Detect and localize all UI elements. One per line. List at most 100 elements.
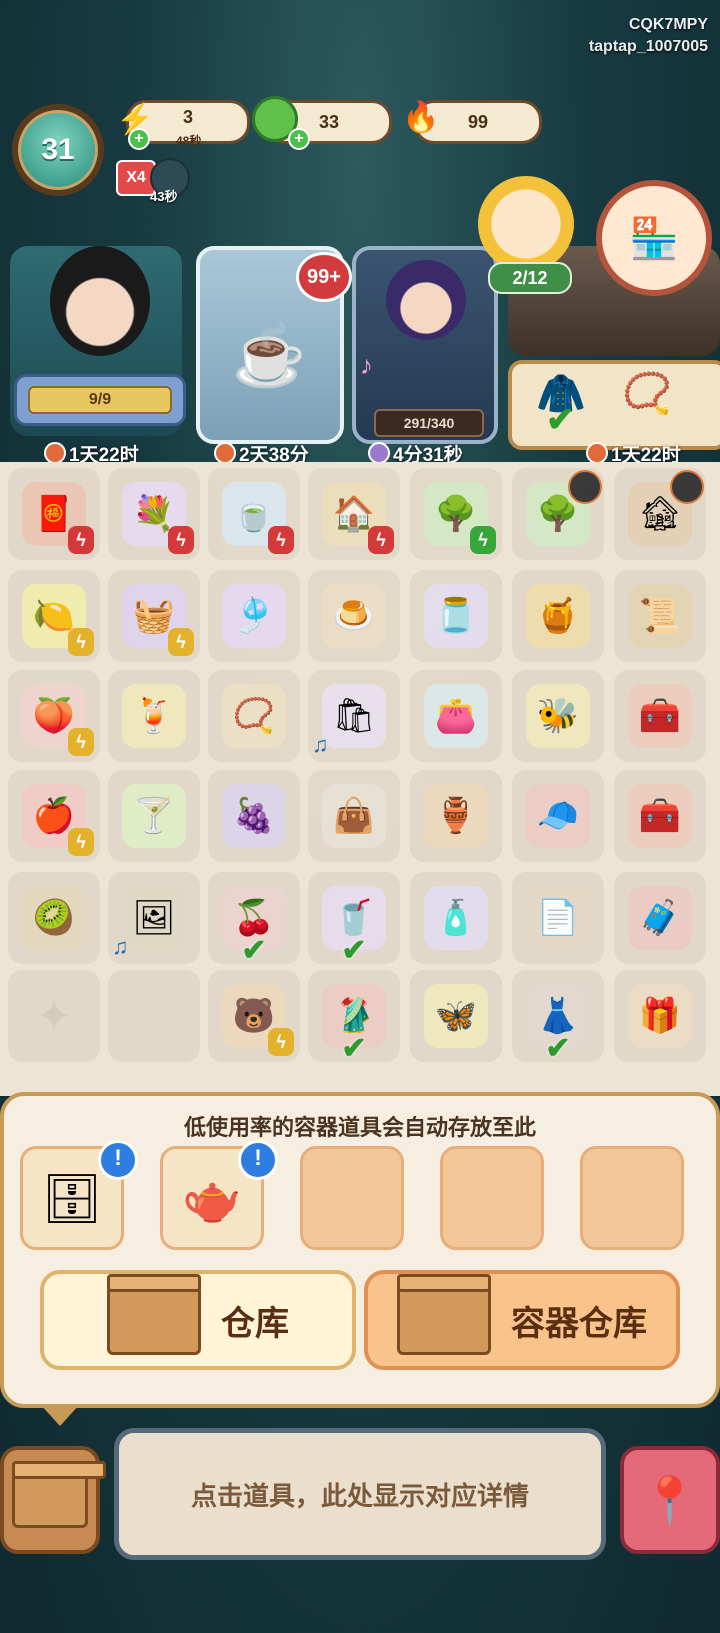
board-cell[interactable]: 📄 [512,872,604,964]
board-cell[interactable]: 🛍 ♫ [308,670,400,762]
board-cell[interactable]: 📜 [614,570,706,662]
board-item-icon: ✦ [22,984,86,1048]
board-item-icon: 🍯 [526,584,590,648]
character-1-progress-text: 9/9 [28,386,172,414]
board-cell[interactable]: 🧰 [614,670,706,762]
panel-pointer [40,1404,80,1426]
board-cell[interactable]: 👛 [410,670,502,762]
board-item-icon: 👜 [322,784,386,848]
warehouse-label: 仓库 [221,1304,289,1343]
board-cell[interactable]: 🧳 [614,872,706,964]
alert-icon: ! [238,1140,278,1180]
container-item-icon: 🗄 [41,1172,103,1226]
lightning-badge-icon: ϟ [268,526,294,554]
clock-icon [214,442,236,464]
board-cell[interactable]: 🧴 [410,872,502,964]
check-icon: ✔ [546,401,575,439]
board-cell[interactable]: 🍋 ϟ [8,570,100,662]
shop-icon: 🏪 [629,216,679,261]
board-item-icon: 🧰 [628,784,692,848]
storage-toggle-button[interactable] [0,1446,106,1554]
board-cell[interactable]: 🌳 [512,468,604,560]
warehouse-button[interactable]: 仓库 [40,1270,356,1370]
board-cell[interactable]: 👜 [308,770,400,862]
board-cell[interactable]: 🍹 [108,670,200,762]
visitor-avatar[interactable] [478,176,574,272]
visitor-counter: 2/12 [488,262,572,294]
coins-value: 33 [318,111,340,132]
board-item-icon: 🧰 [628,684,692,748]
board-cell[interactable] [108,970,200,1062]
shop-button[interactable]: 🏪 [596,180,712,296]
item-detail-area: 点击道具，此处显示对应详情 [114,1428,606,1560]
container-warehouse-button[interactable]: 容器仓库 [364,1270,680,1370]
check-icon: ✔ [341,1032,367,1065]
box-icon [107,1274,201,1355]
character-portrait [50,246,150,356]
board-item-icon [122,984,186,1048]
board-item-icon: 🧳 [628,886,692,950]
order-panel[interactable]: 🧥 ✔ 📿 [508,360,720,450]
board-cell[interactable]: 🧧 ϟ [8,468,100,560]
storage-slot[interactable] [580,1146,684,1250]
board-item-icon: 🫙 [424,584,488,648]
board-cell[interactable]: ✦ [8,970,100,1062]
board-item-icon: 🦋 [424,984,488,1048]
add-energy-button[interactable]: + [128,128,150,150]
board-cell[interactable]: 🖼 ♫ [108,872,200,964]
tea-cup-icon: ☕ [231,322,307,389]
board-cell[interactable]: 🥤 ✔ [308,872,400,966]
energy-value: 3 [182,106,193,127]
board-item-icon: 🎐 [222,584,286,648]
board-item-icon: 📄 [526,886,590,950]
merge-board: 🧧 ϟ 💐 ϟ 🍵 ϟ 🏠 ϟ 🌳 ϟ 🌳 🏚 🍋 ϟ 🧺 ϟ 🎐 🍮 🫙 🍯 📜 🍑 ϟ 🍹 📿 🛍 ♫ 👛 🐝 🧰 🍎 ϟ 🍸 🍇 👜 🏺 🧢 🧰 🥝 🖼… [0,462,720,1096]
board-cell[interactable]: 🍎 ϟ [8,770,100,862]
lightning-badge-icon: ϟ [368,526,394,554]
player-level-badge[interactable]: 31 [12,104,104,196]
board-cell[interactable]: 🍑 ϟ [8,670,100,762]
board-cell[interactable]: 🍮 [308,570,400,662]
board-cell[interactable]: 🥻 ✔ [308,970,400,1065]
board-cell[interactable]: 🎁 [614,970,706,1062]
board-cell[interactable]: 🍒 ✔ [208,872,300,966]
board-cell[interactable]: 🐝 [512,670,604,762]
board-cell[interactable]: 🥝 [8,872,100,964]
board-item-icon: 🐝 [526,684,590,748]
board-cell[interactable]: 🧢 [512,770,604,862]
lightning-badge-icon: ϟ [470,526,496,554]
character-3-progress: 291/340 [374,409,484,437]
board-cell[interactable]: 🫙 [410,570,502,662]
board-cell[interactable]: 🏚 [614,468,706,560]
board-cell[interactable]: 🍵 ϟ [208,468,300,560]
board-cell[interactable]: 🍯 [512,570,604,662]
board-item-icon: 📿 [222,684,286,748]
board-cell[interactable]: 🐻 ϟ [208,970,300,1062]
add-coins-button[interactable]: + [288,128,310,150]
lightning-badge-icon: ϟ [68,728,94,756]
board-cell[interactable]: 🌳 ϟ [410,468,502,560]
lightning-badge-icon: ϟ [168,526,194,554]
clock-icon [368,442,390,464]
board-cell[interactable]: 👗 ✔ [512,970,604,1065]
storage-slot[interactable] [440,1146,544,1250]
cooldown-icon [568,470,602,504]
account-user: taptap_1007005 [588,38,708,55]
board-cell[interactable]: 🧺 ϟ [108,570,200,662]
lightning-badge-icon: ϟ [268,1028,294,1056]
board-cell[interactable]: 💐 ϟ [108,468,200,560]
board-cell[interactable]: 🧰 [614,770,706,862]
board-cell[interactable]: 📿 [208,670,300,762]
board-cell[interactable]: 🏺 [410,770,502,862]
board-cell[interactable]: 🍇 [208,770,300,862]
map-button[interactable]: 📍 [620,1446,720,1554]
board-cell[interactable]: 🍸 [108,770,200,862]
board-cell[interactable]: 🦋 [410,970,502,1062]
board-cell[interactable]: 🎐 [208,570,300,662]
energy-timer: 48秒 [176,134,202,148]
music-note-icon: ♫ [112,934,129,959]
storage-slot[interactable] [300,1146,404,1250]
box-icon [12,1461,106,1528]
box-icon [397,1274,491,1355]
check-icon: ✔ [545,1032,571,1065]
board-cell[interactable]: 🏠 ϟ [308,468,400,560]
